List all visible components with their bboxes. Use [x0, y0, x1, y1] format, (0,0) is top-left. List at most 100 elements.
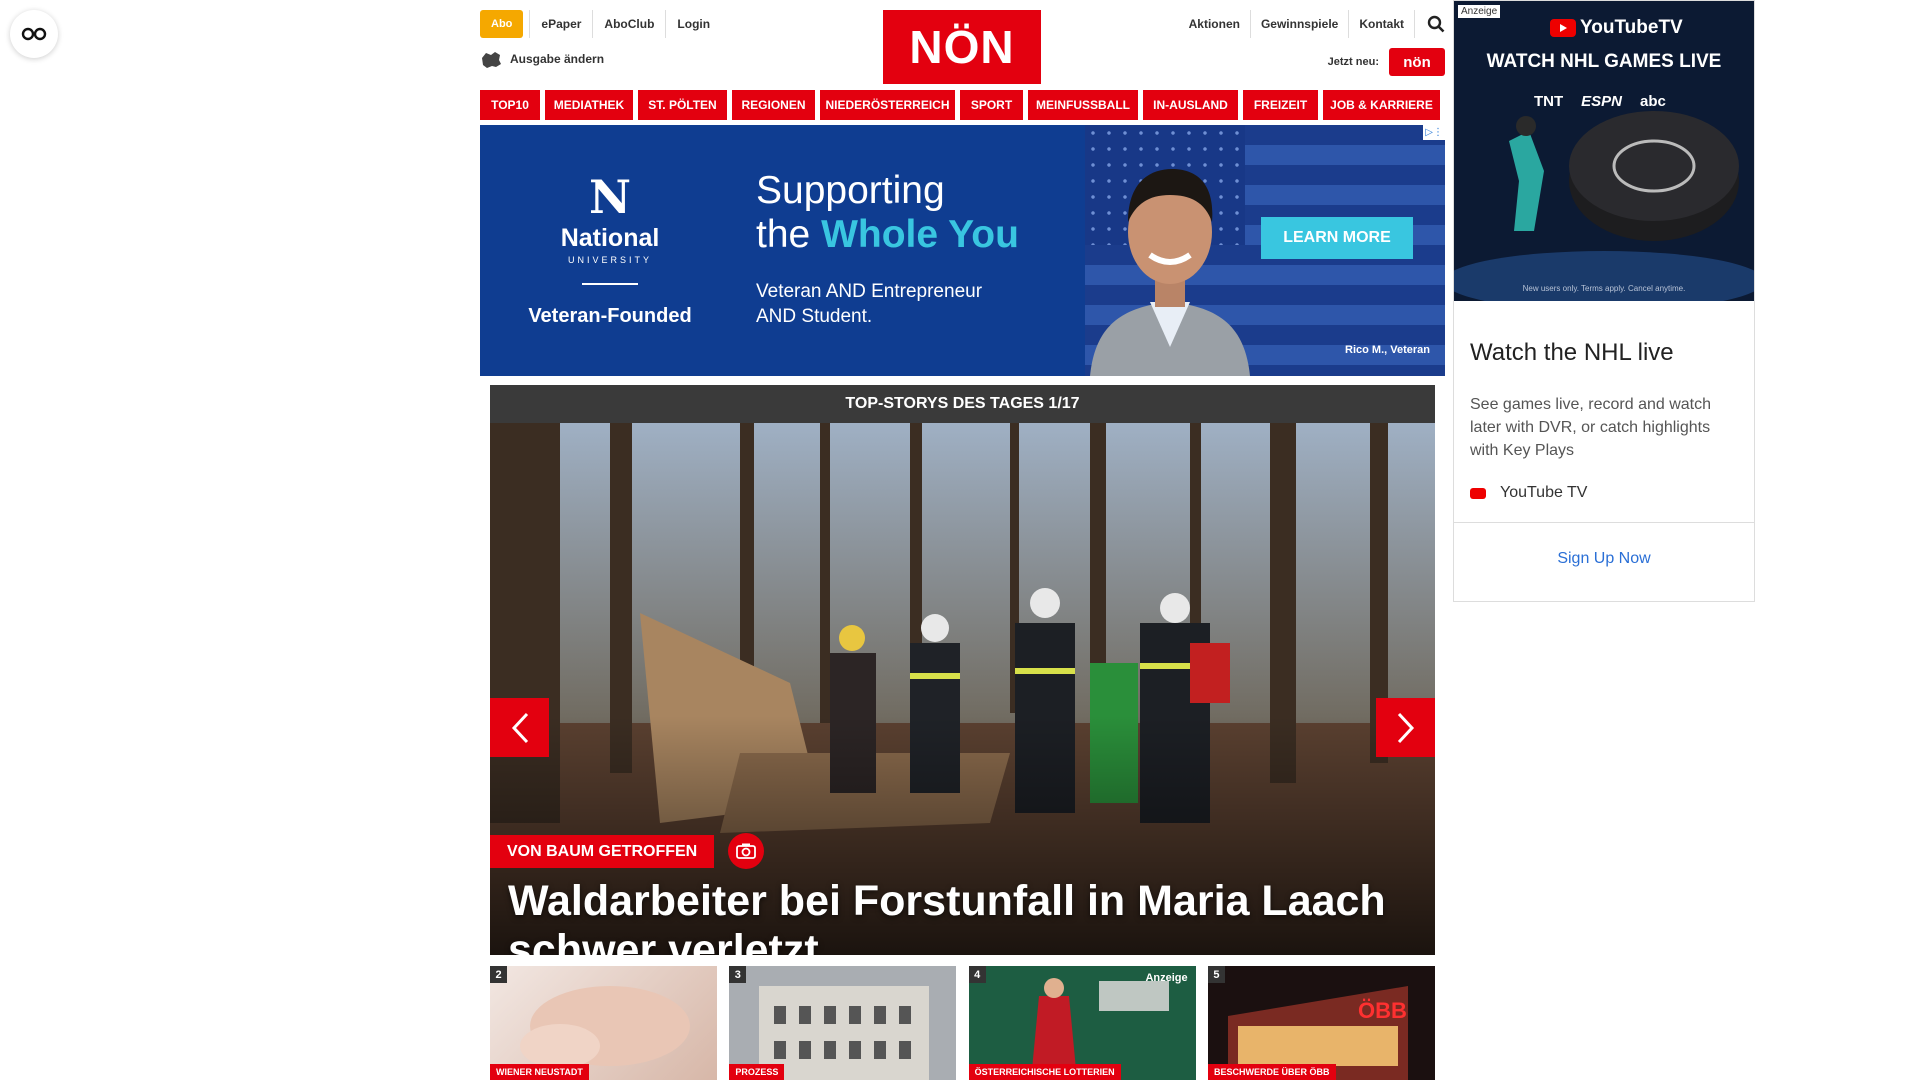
- nav-item-freizeit[interactable]: FREIZEIT: [1243, 90, 1318, 120]
- nav-item-niederoesterreich[interactable]: NIEDERÖSTERREICH: [820, 90, 955, 120]
- nav-item-job-karriere[interactable]: JOB & KARRIERE: [1323, 90, 1440, 120]
- aktionen-link[interactable]: Aktionen: [1179, 10, 1250, 38]
- site-header: Abo ePaper AboClub Login Ausgabe ändern …: [480, 0, 1445, 98]
- svg-text:ÖBB: ÖBB: [1358, 998, 1407, 1023]
- youtube-tv-brand: YouTubeTV: [1580, 17, 1683, 38]
- banner-ad-divider: [582, 282, 638, 285]
- edition-switch[interactable]: Ausgabe ändern: [480, 50, 604, 68]
- edition-label: Ausgabe ändern: [510, 52, 605, 66]
- story-thumbnails: 2 WIENER NEUSTADT 3 PROZESS 4 Anzeige ÖS…: [490, 966, 1435, 1080]
- sidebar-ad-description: See games live, record and watch later w…: [1470, 396, 1712, 459]
- nav-item-meinfussball[interactable]: MEINFUSSBALL: [1028, 90, 1138, 120]
- camera-icon: [728, 833, 765, 869]
- glasses-icon: [21, 27, 47, 41]
- adchoices-icon[interactable]: ▷⋮: [1423, 125, 1445, 140]
- thumb-category: ÖSTERREICHISCHE LOTTERIEN: [968, 1064, 1121, 1080]
- banner-ad-brand: National: [560, 223, 660, 252]
- slider-header: TOP-STORYS DES TAGES 1/17: [490, 385, 1435, 423]
- banner-ad-headline-2a: the: [756, 213, 822, 256]
- chevron-left-icon: [511, 712, 528, 743]
- sidebar-ad-fine-print: New users only. Terms apply. Cancel anyt…: [1522, 284, 1686, 293]
- gewinnspiele-link[interactable]: Gewinnspiele: [1249, 10, 1348, 38]
- nön-app-badge[interactable]: nön: [1389, 48, 1445, 76]
- banner-ad-copy: Supporting the Whole You Veteran AND Ent…: [756, 169, 1019, 329]
- story-kicker: VON BAUM GETROFFEN: [490, 833, 765, 869]
- obb-station-photo: ÖBB: [1207, 966, 1435, 1080]
- banner-ad[interactable]: N National UNIVERSITY Veteran-Founded Su…: [480, 125, 1445, 376]
- search-icon: [1427, 15, 1445, 33]
- story-thumb[interactable]: 4 Anzeige ÖSTERREICHISCHE LOTTERIEN: [968, 966, 1196, 1080]
- nav-item-regionen[interactable]: REGIONEN: [732, 90, 815, 120]
- slider-image[interactable]: VON BAUM GETROFFEN Waldarbeiter bei Fors…: [490, 423, 1435, 955]
- thumb-number: 2: [490, 966, 507, 983]
- thumb-category: BESCHWERDE ÜBER ÖBB: [1207, 1064, 1336, 1080]
- nav-item-sport[interactable]: SPORT: [960, 90, 1023, 120]
- banner-ad-cta-button[interactable]: LEARN MORE: [1261, 217, 1413, 259]
- nav-item-in-ausland[interactable]: IN-AUSLAND: [1143, 90, 1238, 120]
- main-nav: TOP10 MEDIATHEK ST. PÖLTEN REGIONEN NIED…: [480, 90, 1445, 120]
- youtube-tv-logo: YouTubeTV: [1550, 17, 1683, 39]
- ad-label: Anzeige: [1458, 5, 1501, 18]
- thumb-number: 3: [729, 966, 747, 983]
- sidebar-ad-title[interactable]: Watch the NHL live: [1470, 339, 1738, 367]
- nav-item-st-poelten[interactable]: ST. PÖLTEN: [638, 90, 727, 120]
- sign-up-button[interactable]: Sign Up Now: [1454, 523, 1754, 595]
- court-building-photo: [729, 966, 957, 1080]
- banner-ad-headline-2b: Whole You: [821, 213, 1019, 256]
- banner-ad-tagline: Veteran-Founded: [528, 304, 692, 327]
- story-thumb[interactable]: ÖBB 5 BESCHWERDE ÜBER ÖBB: [1207, 966, 1435, 1080]
- slider-next-button[interactable]: [1376, 698, 1435, 757]
- nav-item-mediathek[interactable]: MEDIATHEK: [545, 90, 633, 120]
- slider-prev-button[interactable]: [490, 698, 549, 757]
- thumb-number: 4: [968, 966, 986, 983]
- thumb-category: WIENER NEUSTADT: [490, 1064, 589, 1080]
- epaper-link[interactable]: ePaper: [529, 10, 592, 38]
- banner-ad-headline: Supporting the Whole You: [756, 169, 1019, 257]
- story-headline[interactable]: Waldarbeiter bei Forstunfall in Maria La…: [508, 877, 1423, 955]
- thumb-category: PROZESS: [729, 1064, 785, 1080]
- aboclub-link[interactable]: AboClub: [592, 10, 665, 38]
- espn-logo: ESPN: [1581, 93, 1623, 110]
- jetzt-neu-promo[interactable]: Jetzt neu: nön: [1328, 48, 1445, 76]
- tnt-logo: TNT: [1534, 93, 1564, 110]
- reader-mode-button[interactable]: [10, 10, 58, 58]
- baby-hands-photo: [520, 986, 690, 1068]
- banner-ad-logo: N National UNIVERSITY Veteran-Founded: [480, 125, 740, 376]
- forest-rescue-photo: [490, 423, 1435, 955]
- kontakt-link[interactable]: Kontakt: [1348, 10, 1414, 38]
- chevron-right-icon: [1397, 712, 1414, 743]
- search-button[interactable]: [1414, 10, 1445, 38]
- banner-ad-headline-1: Supporting: [756, 169, 945, 212]
- sidebar-ad-headline: WATCH NHL GAMES LIVE: [1486, 51, 1722, 72]
- banner-ad-sub-2: AND Student.: [756, 306, 873, 327]
- sidebar-ad[interactable]: Anzeige YouTubeTV WATCH NHL GAMES LIVE T…: [1453, 0, 1755, 602]
- story-kicker-label[interactable]: VON BAUM GETROFFEN: [490, 834, 715, 868]
- top-links-left: Abo ePaper AboClub Login: [480, 10, 721, 38]
- youtube-play-icon: [1550, 19, 1576, 37]
- banner-ad-subtext: Veteran AND Entrepreneur AND Student.: [756, 279, 1019, 329]
- abc-logo: abc: [1640, 93, 1666, 110]
- story-thumb[interactable]: 2 WIENER NEUSTADT: [490, 966, 717, 1080]
- thumb-ad-label: Anzeige: [1145, 972, 1188, 984]
- site-logo[interactable]: NÖN: [883, 10, 1041, 84]
- login-link[interactable]: Login: [665, 10, 721, 38]
- nav-item-top10[interactable]: TOP10: [480, 90, 540, 120]
- sidebar-ad-image[interactable]: Anzeige YouTubeTV WATCH NHL GAMES LIVE T…: [1454, 1, 1754, 301]
- page-main: Abo ePaper AboClub Login Ausgabe ändern …: [480, 0, 1445, 1080]
- story-thumb[interactable]: 3 PROZESS: [729, 966, 957, 1080]
- network-logos: TNT ESPN abc: [1534, 93, 1666, 110]
- youtube-icon: [1470, 487, 1486, 499]
- banner-ad-caption: Rico M., Veteran: [1345, 344, 1430, 356]
- sidebar-ad-advertiser-name: YouTube TV: [1500, 484, 1588, 501]
- lower-austria-map-icon: [482, 52, 501, 68]
- sidebar-ad-advertiser[interactable]: YouTube TV: [1470, 484, 1738, 502]
- top-links-right: Aktionen Gewinnspiele Kontakt: [1179, 10, 1445, 38]
- veteran-portrait: [1090, 169, 1250, 376]
- hockey-puck-photo: [1454, 1, 1754, 301]
- banner-ad-brand-sub: UNIVERSITY: [567, 254, 652, 265]
- thumb-number: 5: [1207, 966, 1225, 983]
- jetzt-neu-label: Jetzt neu:: [1327, 56, 1379, 68]
- top-stories-slider: TOP-STORYS DES TAGES 1/17 VON BAUM GETRO…: [490, 385, 1435, 955]
- abo-button[interactable]: Abo: [480, 10, 524, 38]
- national-university-logo: N: [588, 169, 632, 224]
